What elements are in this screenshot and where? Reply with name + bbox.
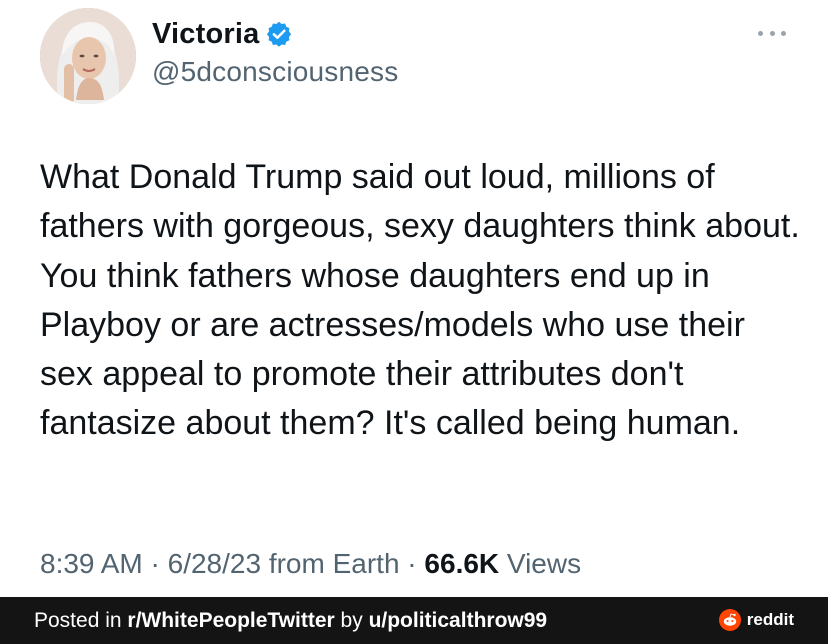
tweet-meta: 8:39 AM · 6/28/23 from Earth · 66.6K Vie… — [40, 548, 581, 580]
tweet-date[interactable]: 6/28/23 — [168, 548, 261, 579]
author-handle[interactable]: @5dconsciousness — [152, 56, 398, 88]
tweet-card: Victoria @5dconsciousness What Donald Tr… — [0, 0, 828, 597]
footer-attribution: Posted in r/WhitePeopleTwitter by u/poli… — [34, 609, 547, 633]
avatar[interactable] — [40, 8, 136, 104]
views-count[interactable]: 66.6K — [424, 548, 499, 579]
author-display-name[interactable]: Victoria — [152, 18, 259, 51]
tweet-time[interactable]: 8:39 AM — [40, 548, 143, 579]
meta-separator: · — [399, 548, 425, 579]
subreddit-link[interactable]: r/WhitePeopleTwitter — [127, 609, 334, 632]
views-label: Views — [499, 548, 582, 579]
more-dot — [769, 30, 775, 36]
author-name-row: Victoria — [152, 14, 293, 54]
reddit-brand-text: reddit — [746, 610, 794, 629]
more-options-icon[interactable] — [758, 28, 786, 38]
tweet-source: from Earth — [261, 548, 400, 579]
tweet-text: What Donald Trump said out loud, million… — [40, 158, 800, 443]
more-dot — [758, 30, 763, 36]
footer-prefix: Posted in — [34, 608, 128, 632]
reddit-badge: reddit — [718, 609, 794, 631]
reddit-logo-icon — [718, 609, 741, 631]
more-dot — [781, 30, 786, 36]
meta-separator: · — [142, 548, 168, 579]
verified-badge-icon — [265, 20, 293, 48]
reddit-footer-bar: Posted in r/WhitePeopleTwitter by u/poli… — [0, 597, 828, 644]
user-link[interactable]: u/politicalthrow99 — [369, 609, 548, 632]
footer-by: by — [334, 608, 369, 632]
